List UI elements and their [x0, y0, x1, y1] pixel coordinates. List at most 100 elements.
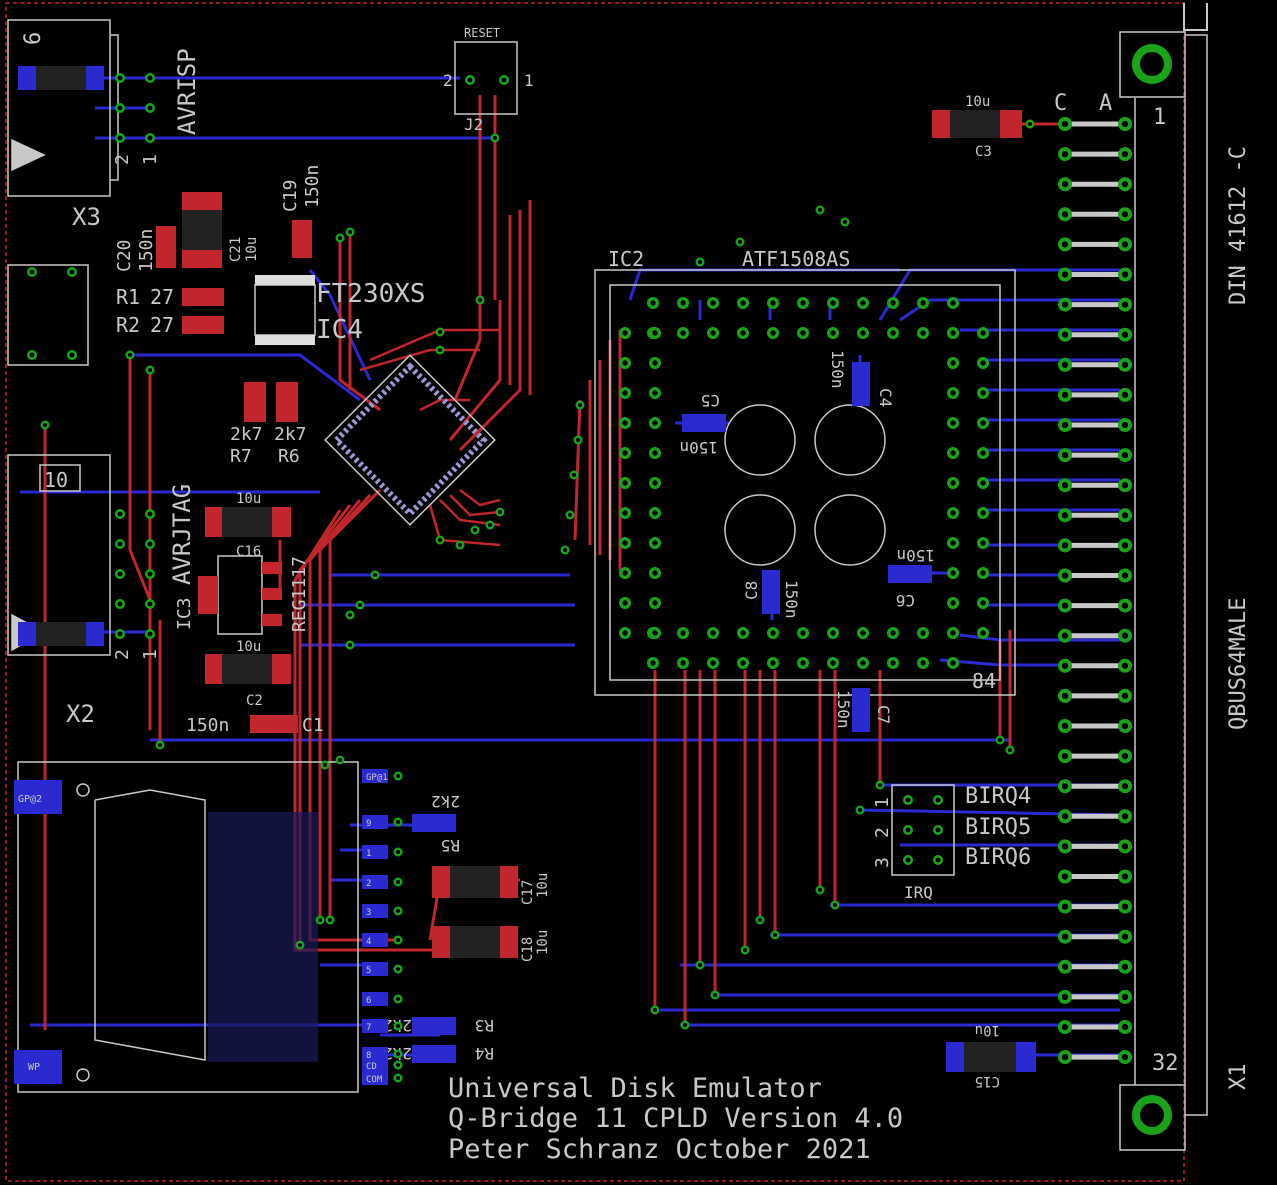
board-outline — [5, 2, 1208, 1182]
sd-gp2-label: GP@2 — [18, 794, 42, 805]
c2-val: 10u — [236, 639, 261, 655]
r1-ref: R1 — [116, 285, 140, 309]
sd-pin-label: 6 — [366, 996, 371, 1006]
sd-pin-label: CD — [366, 1062, 377, 1072]
c5-ref: C5 — [701, 391, 720, 410]
c8-val: 150n — [782, 580, 801, 619]
r2-ref: R2 — [116, 313, 140, 337]
c2-ref: C2 — [246, 693, 263, 709]
c18-ref: C18 — [520, 937, 536, 962]
connector-pin-first: 1 — [1153, 105, 1166, 130]
irq-ref: IRQ — [904, 883, 933, 902]
title-line-1: Universal Disk Emulator — [448, 1073, 822, 1104]
x3-pin2: 2 — [112, 154, 133, 165]
irq-birq4: BIRQ4 — [965, 784, 1031, 809]
sd-wp-label: WP — [28, 1062, 40, 1073]
sd-pin-label: 7 — [366, 1023, 371, 1033]
c17-ref: C17 — [520, 880, 536, 905]
connector-col-a: A — [1099, 91, 1112, 116]
sd-pin-label: 5 — [366, 966, 371, 976]
ic2-pads — [619, 297, 989, 669]
r7-ref: R7 — [230, 446, 252, 467]
ic4-part: FT230XS — [316, 279, 426, 309]
connector-x1-pads — [1058, 117, 1132, 1065]
reset-pin1: 1 — [524, 71, 534, 90]
connector-standard: DIN 41612 -C — [1226, 146, 1251, 305]
x2-ref: X2 — [66, 700, 95, 728]
mounting-holes — [1132, 44, 1172, 1135]
c4-ref: C4 — [876, 388, 895, 407]
c17-val: 10u — [535, 873, 551, 898]
ic2-part: ATF1508AS — [742, 247, 850, 271]
title-line-3: Peter Schranz October 2021 — [448, 1134, 871, 1165]
ic3-part: REG1117 — [289, 556, 310, 632]
c15-ref: C15 — [975, 1073, 1000, 1089]
ic1-fanout — [359, 328, 501, 547]
c7-val: 150n — [834, 690, 853, 729]
irq-n3: 3 — [872, 857, 893, 868]
r3-ref: R3 — [475, 1016, 494, 1035]
r6-val: 2k7 — [274, 424, 307, 445]
c5-val: 150n — [679, 438, 718, 457]
sd-pin-label: GP@1 — [366, 773, 388, 783]
r1-val: 27 — [150, 285, 174, 309]
x3-pin-num: 6 — [21, 32, 46, 45]
x3-label: AVRISP — [173, 48, 201, 135]
x3-ref: X3 — [72, 203, 101, 231]
connector-pin-last: 32 — [1152, 1051, 1179, 1076]
c21-val: 10u — [244, 237, 260, 262]
sd-pin-label: 9 — [366, 819, 371, 829]
c8-ref: C8 — [742, 581, 761, 600]
c20-val: 150n — [136, 229, 157, 272]
c1-ref: C1 — [302, 715, 324, 736]
c20-ref: C20 — [114, 239, 135, 272]
sd-card-keepout — [208, 812, 318, 1062]
sd-pin-label: 2 — [366, 879, 371, 889]
irq-n2: 2 — [872, 827, 893, 838]
c21-ref: C21 — [228, 237, 244, 262]
r5-ref: R5 — [441, 836, 460, 855]
c19-val: 150n — [302, 165, 323, 208]
x2-pin-num: 10 — [44, 468, 68, 492]
c6-val: 150n — [896, 546, 935, 565]
sd-pin-label: 1 — [366, 849, 371, 859]
connector-col-c: C — [1054, 91, 1067, 116]
headers — [27, 73, 943, 865]
c6-ref: C6 — [896, 591, 915, 610]
reset-pin2: 2 — [443, 71, 453, 90]
irq-birq5: BIRQ5 — [965, 815, 1031, 840]
x2-label: AVRJTAG — [168, 484, 196, 585]
reset-label: RESET — [464, 26, 500, 40]
x3-pin1: 1 — [140, 154, 161, 165]
sd-pin-label: 3 — [366, 908, 371, 918]
irq-birq6: BIRQ6 — [965, 845, 1031, 870]
c19-ref: C19 — [280, 179, 301, 212]
r2-val: 27 — [150, 313, 174, 337]
c3-val: 10u — [965, 94, 990, 110]
c16-ref: C16 — [236, 544, 261, 560]
pcb-layout: Universal Disk Emulator Q-Bridge 11 CPLD… — [5, 2, 1251, 1182]
x2-pin2: 2 — [112, 649, 133, 660]
ic3-ref: IC3 — [174, 597, 195, 630]
connector-ref: X1 — [1226, 1064, 1251, 1091]
c18-val: 10u — [535, 930, 551, 955]
r6-ref: R6 — [278, 446, 300, 467]
ic2-pin84: 84 — [972, 669, 996, 693]
x2-pin1: 1 — [140, 649, 161, 660]
ic2-ref: IC2 — [608, 247, 644, 271]
r5-val: 2k2 — [431, 792, 460, 811]
title-line-2: Q-Bridge 11 CPLD Version 4.0 — [448, 1103, 903, 1134]
irq-n1: 1 — [872, 797, 893, 808]
sd-pins: GP@1912345678CDCOM — [362, 769, 403, 1085]
c1-val: 150n — [186, 715, 229, 736]
r4-ref: R4 — [475, 1044, 494, 1063]
c3-ref: C3 — [975, 144, 992, 160]
sd-pin-label: 4 — [366, 937, 371, 947]
c15-val: 10u — [975, 1022, 1000, 1038]
c4-val: 150n — [828, 350, 847, 389]
r7-val: 2k7 — [230, 424, 263, 445]
connector-type: QBUS64MALE — [1226, 598, 1251, 730]
reset-ref: J2 — [464, 115, 483, 134]
c7-ref: C7 — [874, 705, 893, 724]
ic4-ref: IC4 — [316, 315, 363, 345]
